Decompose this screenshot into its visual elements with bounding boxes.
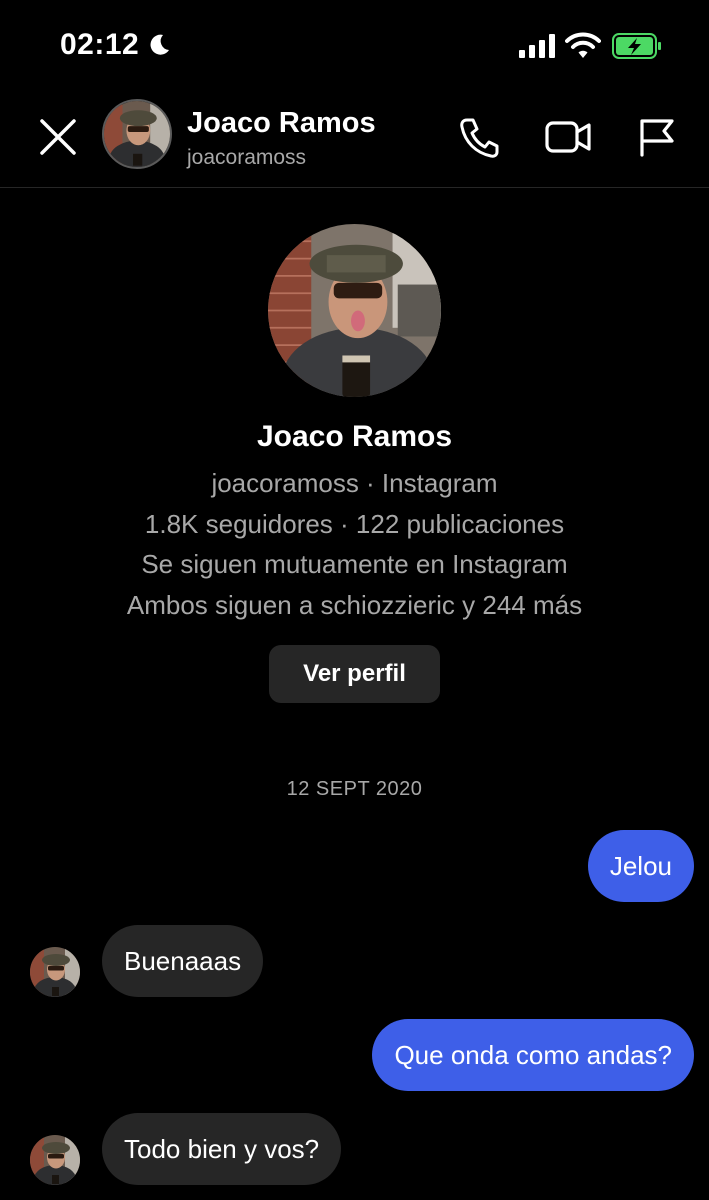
avatar-photo bbox=[30, 947, 80, 997]
video-camera-icon[interactable] bbox=[545, 117, 591, 157]
status-time: 02:12 bbox=[60, 28, 140, 61]
flag-icon[interactable] bbox=[638, 117, 676, 157]
phone-icon[interactable] bbox=[458, 117, 500, 159]
profile-username-line: joacoramoss · Instagram bbox=[211, 468, 498, 498]
profile-name: Joaco Ramos bbox=[256, 420, 453, 453]
contact-name[interactable]: Joaco Ramos bbox=[187, 107, 376, 140]
cellular-signal-icon bbox=[519, 34, 555, 58]
status-bar: 02:12 bbox=[0, 0, 709, 95]
view-profile-button[interactable]: Ver perfil bbox=[269, 645, 440, 703]
date-separator: 12 SEPT 2020 bbox=[286, 778, 423, 800]
close-icon[interactable] bbox=[38, 117, 78, 157]
contact-username[interactable]: joacoramoss bbox=[187, 146, 306, 170]
message-bubble-outgoing[interactable]: Que onda como andas? bbox=[372, 1019, 694, 1091]
moon-icon bbox=[150, 34, 169, 55]
profile-mutual-line: Se siguen mutuamente en Instagram bbox=[141, 549, 568, 579]
profile-photo bbox=[268, 224, 441, 397]
avatar-photo bbox=[30, 1135, 80, 1185]
profile-stats-line: 1.8K seguidores · 122 publicaciones bbox=[144, 509, 565, 539]
message-avatar bbox=[30, 1135, 80, 1185]
message-avatar bbox=[30, 947, 80, 997]
chat-header: Joaco Ramos joacoramoss bbox=[0, 95, 709, 188]
battery-charging-icon bbox=[612, 33, 661, 59]
message-bubble-incoming[interactable]: Todo bien y vos? bbox=[102, 1113, 342, 1185]
message-bubble-incoming[interactable]: Buenaaas bbox=[102, 925, 264, 997]
header-avatar[interactable] bbox=[102, 99, 172, 169]
profile-followers-line: Ambos siguen a schiozzieric y 244 más bbox=[126, 590, 583, 620]
profile-avatar[interactable] bbox=[268, 224, 441, 397]
avatar-photo bbox=[104, 101, 170, 167]
message-bubble-outgoing[interactable]: Jelou bbox=[587, 830, 694, 902]
wifi-icon bbox=[565, 32, 601, 58]
